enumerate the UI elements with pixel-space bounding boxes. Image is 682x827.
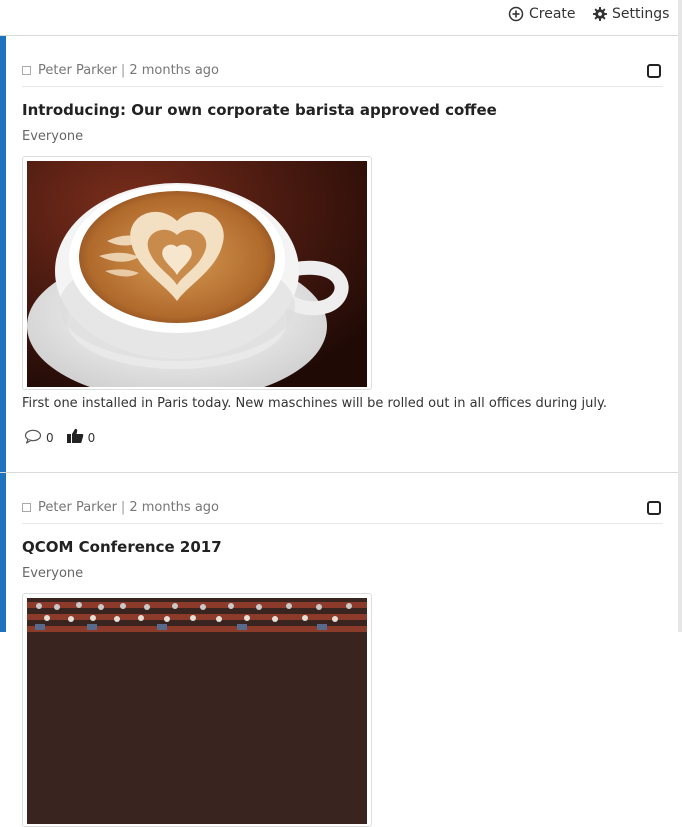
post-author[interactable]: Peter Parker: [38, 500, 117, 515]
post-divider: [22, 86, 663, 87]
gear-icon: [593, 7, 607, 21]
post-image[interactable]: [22, 156, 372, 390]
post-menu-button[interactable]: [647, 501, 661, 515]
post-time[interactable]: 2 months ago: [129, 63, 219, 78]
coffee-image: [27, 161, 367, 387]
create-label: Create: [529, 6, 576, 22]
post-author[interactable]: Peter Parker: [38, 63, 117, 78]
plus-circle-icon: [508, 6, 524, 22]
post-title[interactable]: Introducing: Our own corporate barista a…: [22, 101, 497, 119]
settings-button[interactable]: Settings: [593, 6, 669, 22]
stream-post: Peter Parker | 2 months ago Introducing:…: [0, 36, 678, 473]
post-reactions: 0 0: [24, 428, 107, 447]
create-button[interactable]: Create: [508, 6, 576, 22]
post-divider: [22, 523, 663, 524]
thumbs-up-icon: [66, 428, 84, 447]
comment-count: 0: [46, 430, 54, 445]
stream-post: Peter Parker | 2 months ago QCOM Confere…: [0, 473, 678, 827]
post-meta: Peter Parker | 2 months ago: [22, 63, 219, 78]
post-menu-button[interactable]: [647, 64, 661, 78]
post-time[interactable]: 2 months ago: [129, 500, 219, 515]
feed-toolbar: Create Settings: [0, 0, 678, 36]
post-body: First one installed in Paris today. New …: [22, 396, 607, 411]
comment-button[interactable]: 0: [24, 429, 54, 447]
select-checkbox[interactable]: [22, 503, 31, 512]
scrollbar-track[interactable]: [678, 0, 682, 632]
like-button[interactable]: 0: [66, 428, 96, 447]
like-count: 0: [87, 430, 96, 445]
select-checkbox[interactable]: [22, 66, 31, 75]
meta-separator: |: [120, 500, 126, 515]
post-title[interactable]: QCOM Conference 2017: [22, 538, 222, 556]
settings-label: Settings: [612, 6, 670, 22]
meta-separator: |: [120, 63, 126, 78]
post-image[interactable]: [22, 593, 372, 827]
post-meta: Peter Parker | 2 months ago: [22, 500, 219, 515]
post-audience: Everyone: [22, 129, 84, 144]
post-audience: Everyone: [22, 566, 84, 581]
post-accent-bar: [0, 36, 6, 472]
post-accent-bar: [0, 473, 6, 632]
comment-icon: [24, 429, 42, 447]
